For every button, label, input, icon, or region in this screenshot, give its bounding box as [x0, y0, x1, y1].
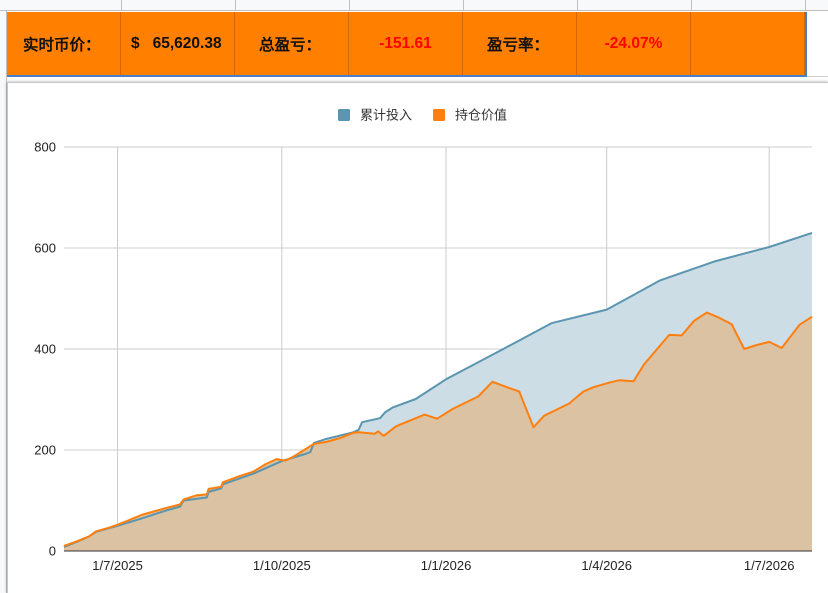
column-separator [577, 0, 578, 11]
legend-swatch [338, 109, 350, 121]
currency-symbol: $ [131, 34, 140, 52]
pnl-label-cell[interactable]: 总盈亏： [235, 12, 349, 75]
chart-card[interactable]: 0 200 400 600 800 1/7/2025 1/10/2025 1/1/2026 1/… [7, 82, 828, 593]
rate-value-cell[interactable]: -24.07% [577, 12, 691, 75]
x-tick-label: 1/7/2025 [92, 558, 143, 573]
pnl-value-cell[interactable]: -151.61 [349, 12, 463, 75]
area-chart: 0 200 400 600 800 1/7/2025 1/10/2025 1/1/2026 1/… [34, 108, 813, 573]
rate-value: -24.07% [604, 34, 663, 52]
series-area-holding [64, 312, 812, 551]
column-separator [691, 0, 692, 11]
column-header-strip [0, 0, 828, 11]
pnl-label: 总盈亏： [259, 36, 322, 54]
column-separator [463, 0, 464, 11]
column-separator [121, 0, 122, 11]
empty-cell[interactable] [691, 12, 805, 75]
price-value-cell[interactable]: $ 65,620.38 [121, 12, 235, 75]
x-tick-label: 1/4/2026 [581, 558, 632, 573]
x-tick-label: 1/7/2026 [744, 558, 795, 573]
y-tick-label: 600 [34, 241, 56, 256]
x-tick-label: 1/10/2025 [253, 558, 311, 573]
price-label: 实时币价： [23, 36, 101, 54]
summary-row: 实时币价： $ 65,620.38 总盈亏： -151.61 盈亏率： -24.… [7, 12, 805, 77]
legend-label: 累计投入 [360, 108, 412, 123]
column-separator [235, 0, 236, 11]
y-tick-label: 200 [34, 443, 56, 458]
column-separator [349, 0, 350, 11]
rate-label-cell[interactable]: 盈亏率： [463, 12, 577, 75]
column-separator [805, 0, 806, 11]
y-tick-label: 0 [49, 544, 56, 559]
legend-label: 持仓价值 [455, 108, 507, 123]
legend: 累计投入 持仓价值 [338, 108, 507, 123]
legend-swatch [433, 109, 445, 121]
price-label-cell[interactable]: 实时币价： [7, 12, 121, 75]
price-value: 65,620.38 [152, 34, 222, 52]
pnl-value: -151.61 [379, 34, 432, 52]
row-header-strip [0, 11, 7, 593]
y-tick-label: 800 [34, 140, 56, 155]
rate-label: 盈亏率： [487, 36, 550, 54]
empty-cell[interactable] [807, 12, 828, 77]
x-tick-label: 1/1/2026 [421, 558, 472, 573]
area-series [64, 232, 812, 551]
y-tick-label: 400 [34, 342, 56, 357]
